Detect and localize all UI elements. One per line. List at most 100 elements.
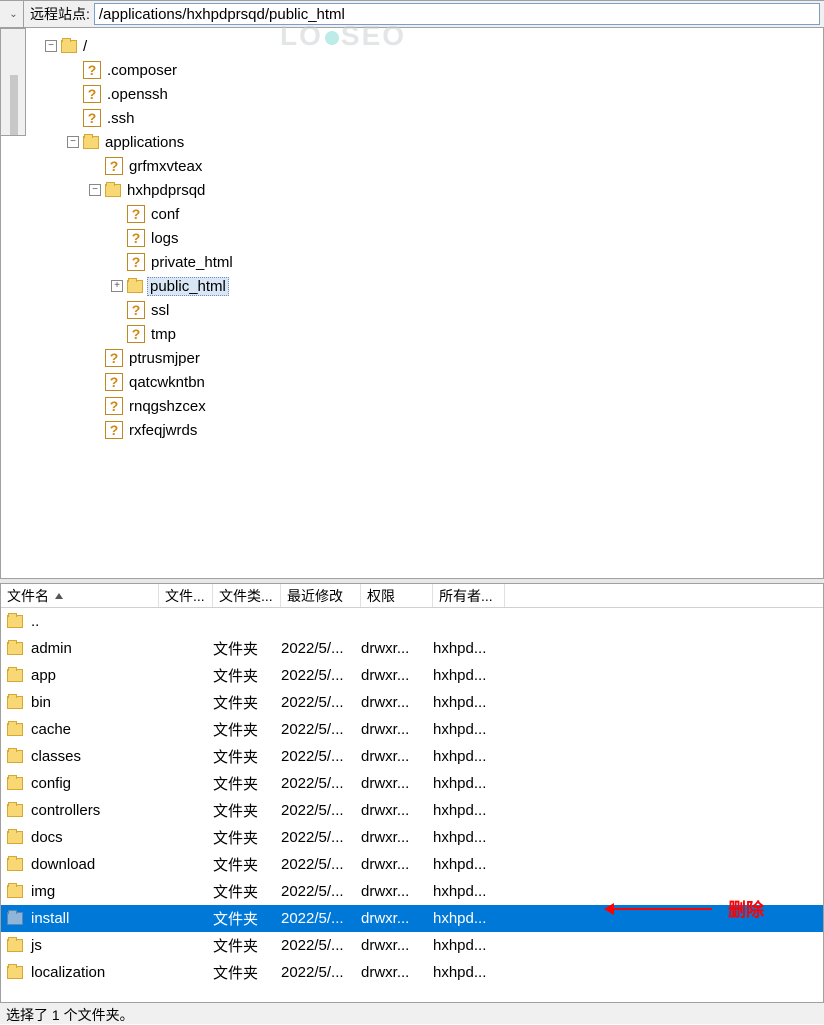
unknown-folder-icon <box>127 301 145 319</box>
tree-node[interactable]: .ssh <box>45 106 823 130</box>
list-row[interactable]: js文件夹2022/5/...drwxr...hxhpd... <box>1 932 823 959</box>
list-row[interactable]: img文件夹2022/5/...drwxr...hxhpd... <box>1 878 823 905</box>
tree-node[interactable]: ptrusmjper <box>45 346 823 370</box>
tree-root[interactable]: −/ <box>45 34 823 58</box>
list-row[interactable]: install文件夹2022/5/...drwxr...hxhpd... <box>1 905 823 932</box>
tree-node[interactable]: private_html <box>45 250 823 274</box>
file-owner: hxhpd... <box>433 721 505 738</box>
tree-label: rxfeqjwrds <box>127 422 199 439</box>
file-name: localization <box>31 964 105 981</box>
tree-node[interactable]: conf <box>45 202 823 226</box>
list-row[interactable]: app文件夹2022/5/...drwxr...hxhpd... <box>1 662 823 689</box>
folder-icon <box>127 280 143 293</box>
list-row[interactable]: download文件夹2022/5/...drwxr...hxhpd... <box>1 851 823 878</box>
tree-node[interactable]: rnqgshzcex <box>45 394 823 418</box>
file-name: admin <box>31 640 72 657</box>
tree-node[interactable]: grfmxvteax <box>45 154 823 178</box>
tree-node[interactable]: ssl <box>45 298 823 322</box>
file-owner: hxhpd... <box>433 667 505 684</box>
tree-node[interactable]: + public_html <box>45 274 823 298</box>
file-perm: drwxr... <box>361 694 433 711</box>
file-owner: hxhpd... <box>433 748 505 765</box>
file-type: 文件夹 <box>213 746 281 767</box>
tree-label: .openssh <box>105 86 170 103</box>
list-row[interactable]: bin文件夹2022/5/...drwxr...hxhpd... <box>1 689 823 716</box>
tree-node[interactable]: .openssh <box>45 82 823 106</box>
tree-node[interactable]: tmp <box>45 322 823 346</box>
file-name: controllers <box>31 802 100 819</box>
file-perm: drwxr... <box>361 964 433 981</box>
file-list-pane[interactable]: 文件名 文件... 文件类... 最近修改 权限 所有者... ..admin文… <box>0 584 824 1002</box>
list-row[interactable]: .. <box>1 608 823 635</box>
file-name: docs <box>31 829 63 846</box>
unknown-folder-icon <box>105 373 123 391</box>
tree-node[interactable]: qatcwkntbn <box>45 370 823 394</box>
file-name: img <box>31 883 55 900</box>
folder-icon <box>7 831 23 844</box>
file-perm: drwxr... <box>361 937 433 954</box>
folder-icon <box>7 750 23 763</box>
file-owner: hxhpd... <box>433 910 505 927</box>
tree-node[interactable]: .composer <box>45 58 823 82</box>
tree-node[interactable]: − hxhpdprsqd <box>45 178 823 202</box>
remote-path-input[interactable] <box>94 3 820 25</box>
tree-label: grfmxvteax <box>127 158 204 175</box>
file-name: classes <box>31 748 81 765</box>
list-row[interactable]: admin文件夹2022/5/...drwxr...hxhpd... <box>1 635 823 662</box>
unknown-folder-icon <box>105 157 123 175</box>
file-date: 2022/5/... <box>281 640 361 657</box>
unknown-folder-icon <box>83 109 101 127</box>
file-owner: hxhpd... <box>433 694 505 711</box>
unknown-folder-icon <box>127 205 145 223</box>
col-owner[interactable]: 所有者... <box>433 584 505 607</box>
tree-label: ptrusmjper <box>127 350 202 367</box>
remote-site-label: 远程站点: <box>30 4 90 24</box>
folder-icon <box>7 696 23 709</box>
folder-icon <box>7 804 23 817</box>
col-size[interactable]: 文件... <box>159 584 213 607</box>
file-name: install <box>31 910 69 927</box>
tree-toggle-icon[interactable]: − <box>89 184 101 196</box>
list-row[interactable]: config文件夹2022/5/...drwxr...hxhpd... <box>1 770 823 797</box>
list-row[interactable]: docs文件夹2022/5/...drwxr...hxhpd... <box>1 824 823 851</box>
tree-label: hxhpdprsqd <box>125 182 207 199</box>
tree-label: qatcwkntbn <box>127 374 207 391</box>
file-owner: hxhpd... <box>433 829 505 846</box>
file-name: .. <box>31 613 39 630</box>
list-header[interactable]: 文件名 文件... 文件类... 最近修改 权限 所有者... <box>1 584 823 608</box>
file-owner: hxhpd... <box>433 775 505 792</box>
list-row[interactable]: localization文件夹2022/5/...drwxr...hxhpd..… <box>1 959 823 986</box>
file-perm: drwxr... <box>361 829 433 846</box>
list-row[interactable]: classes文件夹2022/5/...drwxr...hxhpd... <box>1 743 823 770</box>
col-name[interactable]: 文件名 <box>1 584 159 607</box>
remote-tree-pane[interactable]: −/.composer .openssh .ssh−applications grfm… <box>0 28 824 578</box>
file-type: 文件夹 <box>213 962 281 983</box>
list-row[interactable]: cache文件夹2022/5/...drwxr...hxhpd... <box>1 716 823 743</box>
tree-toggle-icon[interactable]: − <box>67 136 79 148</box>
file-type: 文件夹 <box>213 719 281 740</box>
tree-node[interactable]: −applications <box>45 130 823 154</box>
file-owner: hxhpd... <box>433 883 505 900</box>
file-date: 2022/5/... <box>281 748 361 765</box>
tree-label: logs <box>149 230 181 247</box>
tree-node[interactable]: rxfeqjwrds <box>45 418 823 442</box>
folder-icon <box>61 40 77 53</box>
tree-toggle-icon[interactable]: + <box>111 280 123 292</box>
file-perm: drwxr... <box>361 883 433 900</box>
col-perm[interactable]: 权限 <box>361 584 433 607</box>
col-date[interactable]: 最近修改 <box>281 584 361 607</box>
file-date: 2022/5/... <box>281 775 361 792</box>
main-split: −/.composer .openssh .ssh−applications grfm… <box>0 28 824 1002</box>
tree-node[interactable]: logs <box>45 226 823 250</box>
list-row[interactable]: controllers文件夹2022/5/...drwxr...hxhpd... <box>1 797 823 824</box>
file-owner: hxhpd... <box>433 640 505 657</box>
tree-label: public_html <box>147 277 229 296</box>
chevron-down-icon[interactable]: ⌄ <box>4 1 24 27</box>
file-owner: hxhpd... <box>433 856 505 873</box>
file-perm: drwxr... <box>361 802 433 819</box>
folder-icon <box>7 642 23 655</box>
file-perm: drwxr... <box>361 775 433 792</box>
col-type[interactable]: 文件类... <box>213 584 281 607</box>
tree-label: private_html <box>149 254 235 271</box>
folder-icon <box>7 723 23 736</box>
